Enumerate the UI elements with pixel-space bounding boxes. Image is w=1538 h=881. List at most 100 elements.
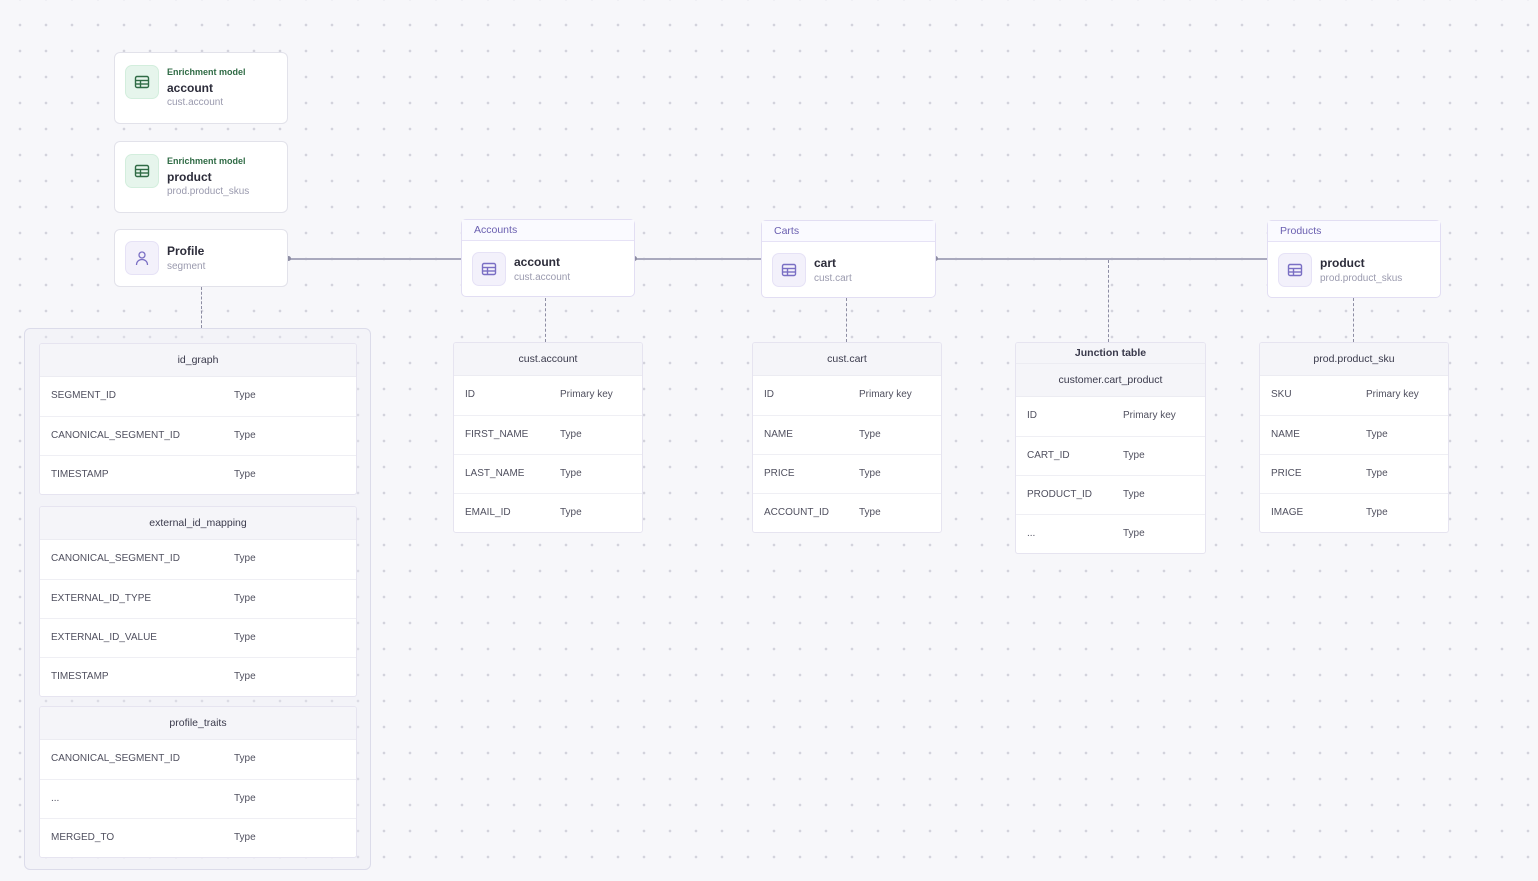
entity-node-account[interactable]: Accounts account cust.account xyxy=(461,219,635,297)
table-row[interactable]: PRODUCT_ID Type xyxy=(1016,475,1205,514)
column-type: Type xyxy=(1123,528,1145,539)
column-name: ID xyxy=(1027,410,1037,421)
card-title: product xyxy=(167,170,212,184)
table-row[interactable]: NAME Type xyxy=(1260,415,1448,454)
entity-subtitle: prod.product_skus xyxy=(1320,273,1403,284)
table-id-graph[interactable]: id_graph SEGMENT_ID Type CANONICAL_SEGMENT_… xyxy=(39,343,357,495)
column-name: LAST_NAME xyxy=(465,468,525,479)
table-row[interactable]: IMAGE Type xyxy=(1260,493,1448,532)
column-type: Type xyxy=(234,753,256,764)
entity-group-label: Carts xyxy=(762,221,935,242)
table-row[interactable]: ID Primary key xyxy=(753,376,941,415)
column-name: ID xyxy=(465,389,475,400)
table-row[interactable]: ID Primary key xyxy=(454,376,642,415)
column-name: NAME xyxy=(1271,429,1300,440)
table-row[interactable]: CANONICAL_SEGMENT_ID Type xyxy=(40,540,356,579)
column-name: CANONICAL_SEGMENT_ID xyxy=(51,553,180,564)
column-type: Type xyxy=(234,793,256,804)
table-row[interactable]: EXTERNAL_ID_VALUE Type xyxy=(40,618,356,657)
table-row[interactable]: ... Type xyxy=(40,779,356,818)
table-row[interactable]: NAME Type xyxy=(753,415,941,454)
table-row[interactable]: LAST_NAME Type xyxy=(454,454,642,493)
table-prod-product-sku[interactable]: prod.product_sku SKU Primary key NAME Type PR… xyxy=(1259,342,1449,533)
table-profile-traits[interactable]: profile_traits CANONICAL_SEGMENT_ID Type..… xyxy=(39,706,357,858)
column-name: ACCOUNT_ID xyxy=(764,507,830,518)
entity-node-cart[interactable]: Carts cart cust.cart xyxy=(761,220,936,298)
profile-card[interactable]: Profile segment xyxy=(114,229,288,287)
table-row[interactable]: FIRST_NAME Type xyxy=(454,415,642,454)
column-type: Primary key xyxy=(1366,389,1419,400)
user-icon xyxy=(125,241,159,275)
dashed-link xyxy=(201,287,202,328)
table-row[interactable]: MERGED_TO Type xyxy=(40,818,356,857)
card-subtitle: prod.product_skus xyxy=(167,186,250,197)
table-name: prod.product_sku xyxy=(1260,343,1448,376)
table-name: id_graph xyxy=(40,344,356,377)
column-type: Type xyxy=(234,671,256,682)
column-name: SKU xyxy=(1271,389,1292,400)
column-type: Type xyxy=(560,429,582,440)
table-row[interactable]: TIMESTAMP Type xyxy=(40,455,356,494)
column-name: FIRST_NAME xyxy=(465,429,529,440)
column-name: PRICE xyxy=(1271,468,1302,479)
table-label: Junction table xyxy=(1016,343,1205,364)
table-row[interactable]: ACCOUNT_ID Type xyxy=(753,493,941,532)
column-type: Type xyxy=(234,430,256,441)
table-external-id-mapping[interactable]: external_id_mapping CANONICAL_SEGMENT_ID T… xyxy=(39,506,357,697)
table-name: profile_traits xyxy=(40,707,356,740)
column-name: EMAIL_ID xyxy=(465,507,511,518)
table-row[interactable]: EMAIL_ID Type xyxy=(454,493,642,532)
table-cust-account[interactable]: cust.account ID Primary key FIRST_NAME Type L… xyxy=(453,342,643,533)
connector-carts-products xyxy=(935,258,1267,260)
column-type: Type xyxy=(234,553,256,564)
table-row[interactable]: CANONICAL_SEGMENT_ID Type xyxy=(40,416,356,455)
column-type: Type xyxy=(560,507,582,518)
table-name: customer.cart_product xyxy=(1016,364,1205,397)
table-row[interactable]: ID Primary key xyxy=(1016,397,1205,436)
column-type: Primary key xyxy=(859,389,912,400)
column-type: Type xyxy=(234,593,256,604)
column-name: TIMESTAMP xyxy=(51,671,109,682)
column-type: Primary key xyxy=(1123,410,1176,421)
card-subtitle: cust.account xyxy=(167,97,224,108)
entity-subtitle: cust.cart xyxy=(814,273,852,284)
table-row[interactable]: EXTERNAL_ID_TYPE Type xyxy=(40,579,356,618)
column-type: Type xyxy=(234,390,256,401)
connector-profile-accounts xyxy=(288,258,461,260)
column-name: CART_ID xyxy=(1027,450,1070,461)
enrichment-card-account[interactable]: Enrichment model account cust.account xyxy=(114,52,288,124)
column-type: Type xyxy=(859,429,881,440)
column-name: PRICE xyxy=(764,468,795,479)
table-row[interactable]: CANONICAL_SEGMENT_ID Type xyxy=(40,740,356,779)
column-name: ID xyxy=(764,389,774,400)
table-icon xyxy=(772,253,806,287)
table-cust-cart[interactable]: cust.cart ID Primary key NAME Type PRICE Type A… xyxy=(752,342,942,533)
table-row[interactable]: PRICE Type xyxy=(1260,454,1448,493)
table-row[interactable]: TIMESTAMP Type xyxy=(40,657,356,696)
table-customer-cart-product[interactable]: Junction table customer.cart_product ID Pri… xyxy=(1015,342,1206,554)
column-name: CANONICAL_SEGMENT_ID xyxy=(51,753,180,764)
column-type: Type xyxy=(1366,468,1388,479)
column-type: Type xyxy=(234,632,256,643)
table-row[interactable]: PRICE Type xyxy=(753,454,941,493)
table-row[interactable]: ... Type xyxy=(1016,514,1205,553)
entity-subtitle: cust.account xyxy=(514,272,571,283)
column-type: Type xyxy=(859,507,881,518)
dashed-link xyxy=(1108,260,1109,342)
table-row[interactable]: SEGMENT_ID Type xyxy=(40,377,356,416)
enrichment-card-product[interactable]: Enrichment model product prod.product_sk… xyxy=(114,141,288,213)
table-row[interactable]: SKU Primary key xyxy=(1260,376,1448,415)
dashed-link xyxy=(545,298,546,342)
table-icon xyxy=(125,65,159,99)
entity-node-product[interactable]: Products product prod.product_skus xyxy=(1267,220,1441,298)
card-subtitle: segment xyxy=(167,261,206,272)
column-name: NAME xyxy=(764,429,793,440)
column-type: Type xyxy=(234,469,256,480)
table-icon xyxy=(472,252,506,286)
card-title: Profile xyxy=(167,244,205,258)
table-name: cust.cart xyxy=(753,343,941,376)
table-row[interactable]: CART_ID Type xyxy=(1016,436,1205,475)
column-type: Type xyxy=(234,832,256,843)
column-name: PRODUCT_ID xyxy=(1027,489,1093,500)
card-title: account xyxy=(167,81,214,95)
